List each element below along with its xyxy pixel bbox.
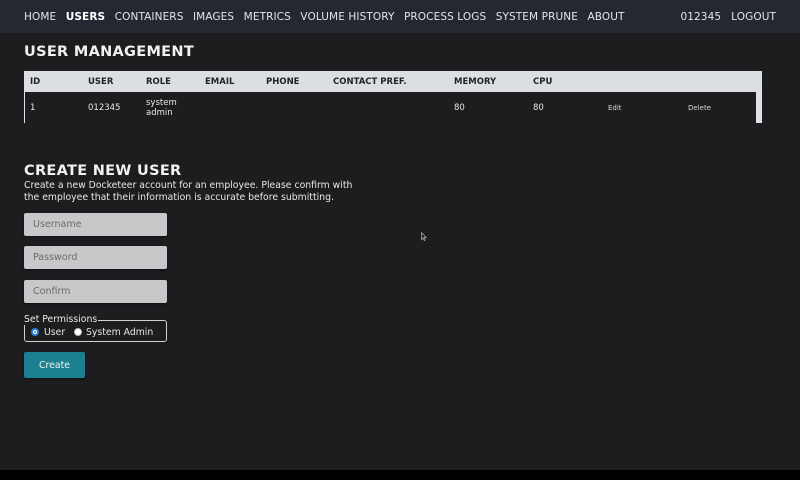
nav-home[interactable]: HOME bbox=[24, 11, 56, 23]
nav-metrics[interactable]: METRICS bbox=[244, 11, 291, 23]
create-user-title: CREATE NEW USER bbox=[24, 163, 182, 179]
nav-links: HOME USERS CONTAINERS IMAGES METRICS VOL… bbox=[24, 11, 634, 23]
cell-id: 1 bbox=[30, 103, 36, 113]
nav-about[interactable]: ABOUT bbox=[587, 11, 624, 23]
nav-images[interactable]: IMAGES bbox=[193, 11, 234, 23]
col-cpu: CPU bbox=[533, 77, 553, 87]
create-button[interactable]: Create bbox=[24, 352, 85, 378]
table-row: 1 012345 system admin 80 80 Edit Delete bbox=[25, 92, 756, 123]
col-user: USER bbox=[88, 77, 114, 87]
radio-user-label[interactable]: User bbox=[44, 327, 65, 338]
col-email: EMAIL bbox=[205, 77, 235, 87]
radio-system-admin[interactable] bbox=[74, 328, 82, 336]
nav-account: 012345 LOGOUT bbox=[670, 11, 776, 23]
nav-logout[interactable]: LOGOUT bbox=[731, 11, 776, 23]
edit-button[interactable]: Edit bbox=[608, 104, 622, 112]
col-phone: PHONE bbox=[266, 77, 300, 87]
users-table: ID USER ROLE EMAIL PHONE CONTACT PREF. M… bbox=[24, 71, 762, 123]
cell-memory[interactable]: 80 bbox=[454, 103, 465, 113]
nav-process-logs[interactable]: PROCESS LOGS bbox=[404, 11, 486, 23]
bottom-bar bbox=[0, 470, 800, 480]
cell-cpu[interactable]: 80 bbox=[533, 103, 544, 113]
password-input[interactable] bbox=[24, 246, 167, 269]
nav-users[interactable]: USERS bbox=[66, 11, 105, 23]
user-management-title: USER MANAGEMENT bbox=[24, 44, 195, 60]
nav-volume-history[interactable]: VOLUME HISTORY bbox=[300, 11, 394, 23]
radio-user[interactable] bbox=[31, 328, 39, 336]
col-memory: MEMORY bbox=[454, 77, 497, 87]
mouse-cursor-icon bbox=[421, 232, 427, 241]
cell-user: 012345 bbox=[88, 103, 121, 113]
cell-role-line2: admin bbox=[146, 108, 173, 118]
permissions-legend: Set Permissions bbox=[24, 314, 99, 325]
col-id: ID bbox=[30, 77, 41, 87]
nav-username[interactable]: 012345 bbox=[680, 11, 721, 23]
username-input[interactable] bbox=[24, 213, 167, 236]
cell-role-line1: system bbox=[146, 98, 177, 108]
table-header: ID USER ROLE EMAIL PHONE CONTACT PREF. M… bbox=[25, 72, 761, 92]
col-role: ROLE bbox=[146, 77, 171, 87]
create-user-description: Create a new Docketeer account for an em… bbox=[24, 180, 353, 203]
delete-button[interactable]: Delete bbox=[688, 104, 711, 112]
top-navbar: HOME USERS CONTAINERS IMAGES METRICS VOL… bbox=[0, 0, 800, 33]
nav-system-prune[interactable]: SYSTEM PRUNE bbox=[496, 11, 578, 23]
nav-containers[interactable]: CONTAINERS bbox=[115, 11, 184, 23]
confirm-password-input[interactable] bbox=[24, 280, 167, 303]
radio-system-admin-label[interactable]: System Admin bbox=[86, 327, 153, 338]
col-contact-pref: CONTACT PREF. bbox=[333, 77, 407, 87]
